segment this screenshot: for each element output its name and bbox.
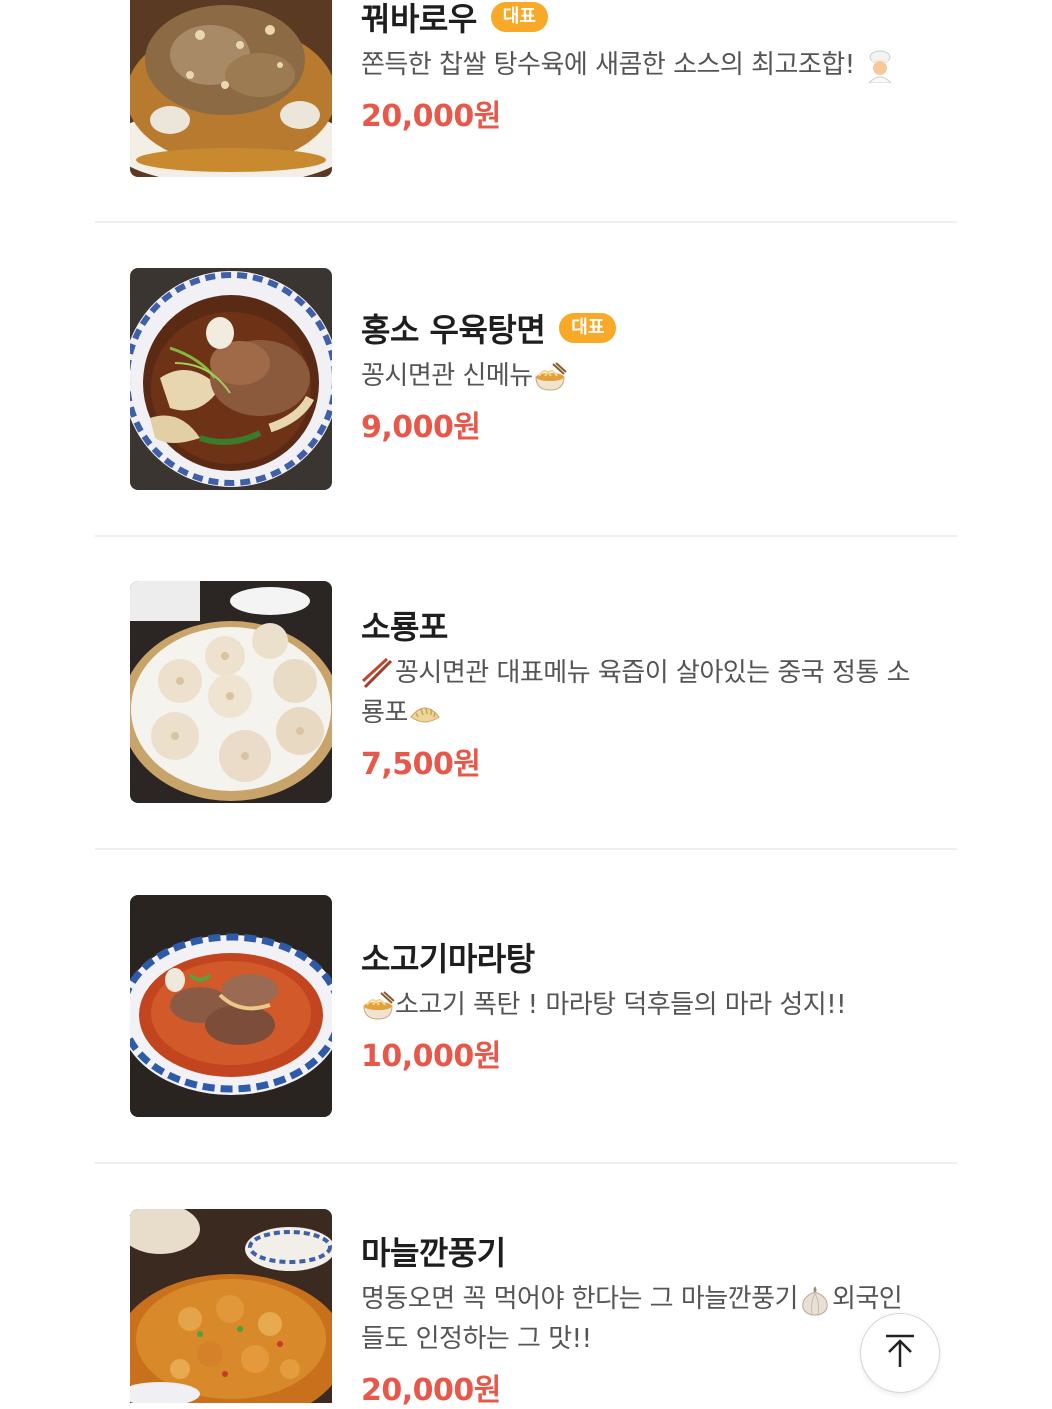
divider [95,848,957,850]
noodle-bowl-icon [533,360,567,394]
signature-badge: 대표 [559,313,617,343]
menu-info: 마늘깐풍기 명동오면 꼭 먹어야 한다는 그 마늘깐풍기 외국인 들도 인정하는… [361,1229,917,1409]
menu-description-text: 외국인 [831,1284,903,1314]
menu-item[interactable]: 꿔바로우 대표 쫀득한 찹쌀 탕수육에 새콤한 소스의 최고조합! 20,000… [95,0,957,177]
title-row: 꿔바로우 대표 [361,0,917,39]
menu-item[interactable]: 홍소 우육탕면 대표 꽁시면관 신메뉴 9,000원 [95,268,957,490]
menu-photo-beef-noodle [130,268,332,490]
menu-description: 쫀득한 찹쌀 탕수육에 새콤한 소스의 최고조합! [361,45,917,85]
divider [95,535,957,537]
menu-info: 소고기마라탕 소고기 폭탄 ! 마라탕 덕후들의 마라 성지!! 10,000원 [361,935,917,1075]
chopsticks-icon [361,657,395,691]
menu-name: 소고기마라탕 [361,940,535,978]
menu-description: 꽁시면관 대표메뉴 육즙이 살아있는 중국 정통 소 룡포 [361,653,917,733]
arrow-up-to-top-icon [880,1331,920,1375]
menu-price: 20,000원 [361,1373,501,1408]
scroll-to-top-button[interactable] [860,1313,940,1393]
garlic-icon [798,1283,832,1317]
menu-item[interactable]: 마늘깐풍기 명동오면 꼭 먹어야 한다는 그 마늘깐풍기 외국인 들도 인정하는… [95,1209,957,1408]
menu-name: 마늘깐풍기 [361,1234,506,1272]
menu-list: 꿔바로우 대표 쫀득한 찹쌀 탕수육에 새콤한 소스의 최고조합! 20,000… [0,0,1052,1408]
menu-description-text: 소고기 폭탄 ! 마라탕 덕후들의 마라 성지!! [395,990,847,1020]
chef-icon [863,49,897,83]
menu-photo-xiaolongbao [130,581,332,803]
menu-info: 꿔바로우 대표 쫀득한 찹쌀 탕수육에 새콤한 소스의 최고조합! 20,000… [361,0,917,135]
menu-description-text: 들도 인정하는 그 맛!! [361,1324,592,1354]
menu-photo-beef-malatang [130,895,332,1117]
menu-price: 9,000원 [361,410,481,445]
divider [95,221,957,223]
menu-name: 소룡포 [361,608,448,646]
menu-name: 꿔바로우 [361,0,477,38]
title-row: 소룡포 [361,603,917,647]
divider [95,1162,957,1164]
menu-name: 홍소 우육탕면 [361,311,546,349]
signature-badge: 대표 [490,2,548,32]
noodle-bowl-icon [361,989,395,1023]
menu-item[interactable]: 소룡포 꽁시면관 대표메뉴 육즙이 살아있는 중국 정통 소 룡포 7,500원 [95,581,957,803]
menu-item[interactable]: 소고기마라탕 소고기 폭탄 ! 마라탕 덕후들의 마라 성지!! 10,000원 [95,895,957,1117]
menu-info: 홍소 우육탕면 대표 꽁시면관 신메뉴 9,000원 [361,306,917,446]
menu-photo-guobaorou [130,0,332,177]
menu-description-text: 쫀득한 찹쌀 탕수육에 새콤한 소스의 최고조합! [361,50,855,80]
menu-description-text: 명동오면 꼭 먹어야 한다는 그 마늘깐풍기 [361,1284,798,1314]
menu-info: 소룡포 꽁시면관 대표메뉴 육즙이 살아있는 중국 정통 소 룡포 7,500원 [361,603,917,783]
menu-description-text: 꽁시면관 대표메뉴 육즙이 살아있는 중국 정통 소 [395,658,911,688]
menu-description: 소고기 폭탄 ! 마라탕 덕후들의 마라 성지!! [361,985,917,1025]
title-row: 마늘깐풍기 [361,1229,917,1273]
menu-description: 꽁시면관 신메뉴 [361,356,917,396]
title-row: 소고기마라탕 [361,935,917,979]
menu-price: 7,500원 [361,747,481,782]
menu-description-text: 룡포 [361,698,408,728]
menu-price: 10,000원 [361,1039,501,1074]
menu-photo-garlic-kkanpunggi [130,1209,332,1403]
title-row: 홍소 우육탕면 대표 [361,306,917,350]
menu-description: 명동오면 꼭 먹어야 한다는 그 마늘깐풍기 외국인 들도 인정하는 그 맛!! [361,1279,917,1359]
menu-description-text: 꽁시면관 신메뉴 [361,361,533,391]
menu-price: 20,000원 [361,99,501,134]
dumpling-icon [408,697,442,731]
